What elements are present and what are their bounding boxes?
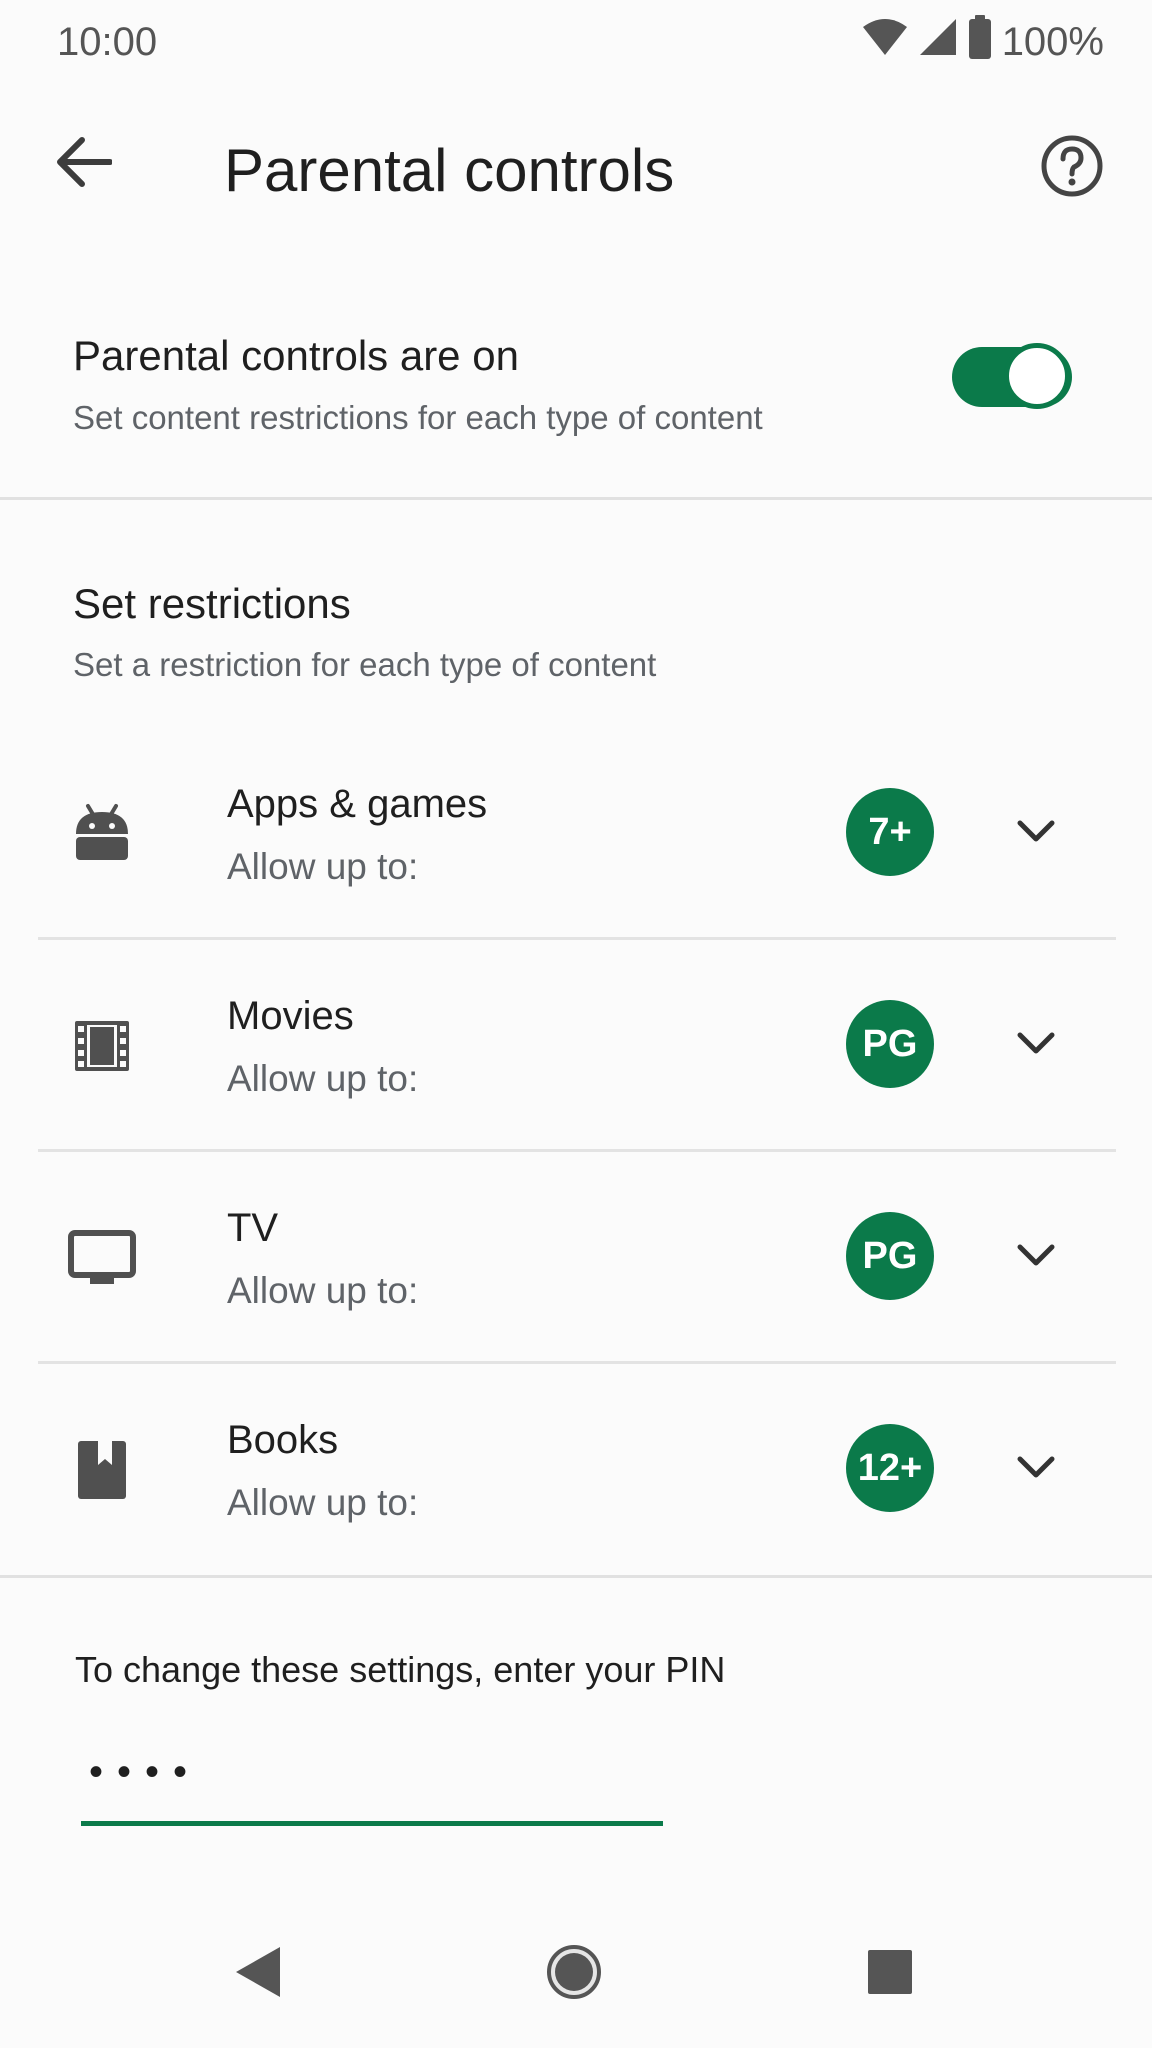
- parental-controls-title: Parental controls are on: [73, 332, 519, 379]
- battery-icon: [968, 15, 992, 69]
- restriction-row-apps-games[interactable]: Apps & games Allow up to: 7+: [38, 728, 1116, 940]
- restrictions-title: Set restrictions: [73, 580, 351, 627]
- row-subtitle: Allow up to:: [227, 1482, 419, 1523]
- android-icon: [68, 798, 136, 866]
- nav-home-button[interactable]: [542, 1942, 606, 2006]
- help-button[interactable]: [1032, 128, 1112, 208]
- row-title: Movies: [227, 994, 354, 1038]
- nav-back-icon: [234, 1945, 282, 2004]
- nav-home-icon: [546, 1944, 602, 2005]
- arrow-back-icon: [56, 136, 113, 193]
- toggle-thumb: [1004, 343, 1070, 409]
- tv-icon: [68, 1224, 136, 1292]
- row-subtitle: Allow up to:: [227, 1058, 419, 1099]
- chevron-down-icon[interactable]: [1006, 802, 1066, 862]
- chevron-down-icon[interactable]: [1006, 1014, 1066, 1074]
- nav-recents-button[interactable]: [858, 1942, 922, 2006]
- book-icon: [68, 1436, 136, 1504]
- rating-badge: PG: [846, 1212, 934, 1300]
- parental-controls-toggle[interactable]: [952, 343, 1072, 413]
- row-title: Books: [227, 1418, 339, 1462]
- chevron-down-icon[interactable]: [1006, 1226, 1066, 1286]
- parental-controls-subtitle: Set content restrictions for each type o…: [73, 399, 763, 436]
- help-circle-icon: [1040, 134, 1104, 203]
- battery-percent: 100%: [1001, 19, 1104, 64]
- restriction-row-books[interactable]: Books Allow up to: 12+: [38, 1364, 1116, 1575]
- status-time: 10:00: [57, 20, 158, 64]
- pin-underline: [81, 1821, 663, 1826]
- signal-icon: [918, 17, 958, 67]
- page-title: Parental controls: [224, 137, 675, 204]
- rating-badge: PG: [846, 1000, 934, 1088]
- rating-badge: 7+: [846, 788, 934, 876]
- rating-badge: 12+: [846, 1424, 934, 1512]
- row-subtitle: Allow up to:: [227, 846, 419, 887]
- pin-value: ••••: [89, 1750, 202, 1794]
- chevron-down-icon[interactable]: [1006, 1438, 1066, 1498]
- restriction-row-tv[interactable]: TV Allow up to: PG: [38, 1152, 1116, 1364]
- wifi-icon: [862, 17, 908, 67]
- pin-input[interactable]: ••••: [81, 1742, 663, 1826]
- section-divider: [0, 1575, 1152, 1578]
- back-button[interactable]: [48, 128, 120, 200]
- nav-back-button[interactable]: [226, 1942, 290, 2006]
- restrictions-subtitle: Set a restriction for each type of conte…: [73, 646, 657, 683]
- section-divider: [0, 497, 1152, 500]
- nav-recents-icon: [867, 1949, 913, 2000]
- status-icons: 100%: [862, 14, 1104, 70]
- pin-label: To change these settings, enter your PIN: [75, 1649, 726, 1690]
- row-title: TV: [227, 1206, 279, 1250]
- film-icon: [68, 1012, 136, 1080]
- row-title: Apps & games: [227, 782, 488, 826]
- restriction-row-movies[interactable]: Movies Allow up to: PG: [38, 940, 1116, 1152]
- row-subtitle: Allow up to:: [227, 1270, 419, 1311]
